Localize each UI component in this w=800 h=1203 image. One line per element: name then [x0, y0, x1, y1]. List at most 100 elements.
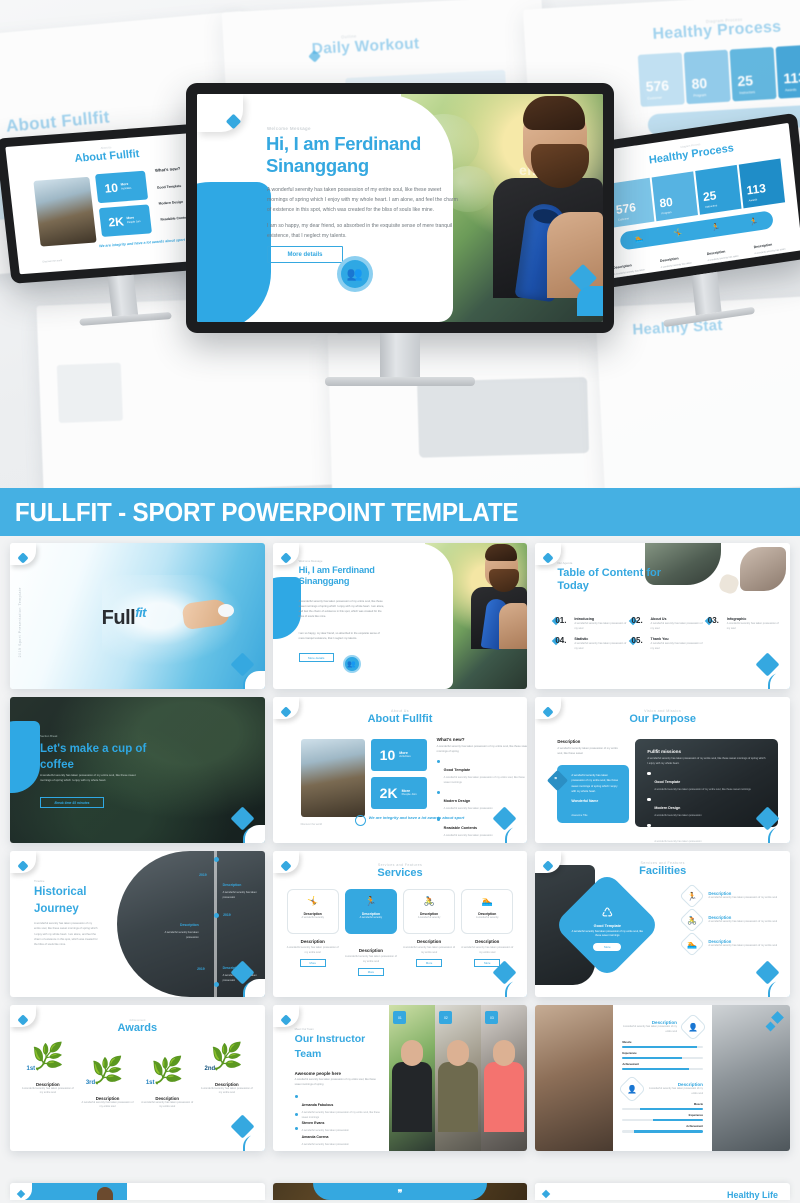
more-details-button[interactable]: More details	[298, 653, 334, 662]
service-box-text: A wonderful serenity	[359, 916, 383, 919]
toc-item[interactable]: 03. Infographic A wonderful serenity has t…	[704, 616, 780, 631]
slide-about[interactable]: About Us About Fullfit 10 More Activities…	[272, 697, 528, 843]
about-stat-1-sub: Activities	[399, 754, 411, 759]
team-member-text: A wonderful serenity has taken possessio…	[301, 1143, 349, 1146]
toc-photo-2	[740, 547, 786, 591]
team-photos: 01 02 03	[389, 1005, 528, 1151]
slide-awards[interactable]: Achievement Awards 🌿 1st Description A wo…	[10, 1005, 265, 1151]
quote-title: Awesome Title	[571, 814, 588, 818]
toc-item[interactable]: 01. Introducing A wonderful serenity has t…	[552, 616, 627, 631]
blue-blob	[197, 182, 271, 322]
toc-label: About Us	[650, 617, 667, 621]
monitor-center-neck	[380, 333, 420, 377]
missions-bullet-title: Modern Design	[654, 806, 681, 811]
right-caption: Description A wonderful serenity has tak…	[706, 236, 748, 267]
slide-cover[interactable]: Fullfit 2019 Sport Presentation Template	[10, 543, 265, 689]
skill-bar-label: Achievement	[686, 1125, 703, 1129]
slide-welcome[interactable]: Welcome Message Hi, I am Ferdinand Sinan…	[272, 543, 528, 689]
facilities-list: 🏃 Description A wonderful serenity has tak…	[679, 883, 780, 959]
award-rank: 3rd	[85, 1080, 96, 1086]
skill-header: 👤 Description A wonderful serenity has ta…	[622, 1012, 708, 1042]
center-slide: envato Welcome Message Hi, I am Ferdinan…	[197, 94, 603, 322]
service-box[interactable]: 🤸 Description A wonderful serenity	[286, 889, 339, 934]
timeline-node	[213, 913, 219, 918]
journey-text: A wonderful serenity has taken possessio…	[34, 922, 98, 947]
slide-cut-2[interactable]: ❞	[272, 1183, 528, 1200]
slide-historical-journey[interactable]: 2019 Description A wonderful serenity has…	[10, 851, 265, 997]
toc-item[interactable]: 02. About Us A wonderful serenity has take…	[628, 616, 704, 631]
more-details-button[interactable]: More details	[267, 246, 343, 263]
refresh-icon	[354, 815, 366, 826]
skill-bar: Achievement	[622, 1063, 703, 1071]
services-cells: Description A wonderful serenity has take…	[287, 939, 514, 977]
team-photo-1: 01	[389, 1005, 436, 1151]
slide-section-break[interactable]: Section Break Let's make a cup of coffee…	[10, 697, 265, 843]
slide-cut-1[interactable]	[10, 1183, 265, 1200]
bg-thumb	[56, 362, 123, 424]
awards-row: 🌿 1st Description A wonderful serenity ha…	[20, 1043, 255, 1110]
corner-accent	[219, 803, 265, 843]
facility-item: 🏃 Description A wonderful serenity has tak…	[679, 883, 780, 909]
person-icon: 👤	[618, 1075, 647, 1104]
more-button[interactable]: More	[299, 959, 326, 968]
service-box-active[interactable]: 🏃 Description A wonderful serenity	[344, 889, 397, 934]
team-title: Our Instructor Team	[294, 1033, 366, 1061]
monitor-center-foot	[325, 377, 475, 386]
more-button[interactable]: More	[416, 959, 443, 968]
team-badge: 01	[393, 1011, 407, 1024]
award-item: 🌿 2nd Description A wonderful serenity ha…	[199, 1043, 255, 1096]
toc-text: A wonderful serenity has taken possessio…	[726, 622, 779, 630]
slide-cut-3[interactable]: Healthy Life	[535, 1183, 790, 1200]
corner-accent	[744, 803, 790, 843]
slide-facilities[interactable]: Services and Features Facilities ♺ Good …	[535, 851, 790, 997]
center-paragraph-1: A wonderful serenity has taken possessio…	[267, 187, 458, 213]
left-stat-1: 10 More Activities	[94, 170, 149, 204]
right-stat: 80 Program	[651, 171, 698, 222]
slide-services[interactable]: Services and Features Services 🤸 Descript…	[272, 851, 528, 997]
service-cell-title: Description	[300, 939, 325, 944]
missions-bullet: Good Template A wonderful serenity has ta…	[647, 770, 766, 793]
more-button[interactable]: More	[357, 968, 384, 977]
service-box[interactable]: 🏊 Description A wonderful serenity	[461, 889, 514, 934]
slide-instructor-team[interactable]: 01 02 03 Meet Our Team Our Instructor Te…	[272, 1005, 528, 1151]
toc-item[interactable]: 05. Thank You A wonderful serenity has tak…	[628, 636, 704, 651]
timeline-event-text: A wonderful serenity has taken possessio…	[164, 931, 199, 939]
services-boxes: 🤸 Description A wonderful serenity 🏃 Descri…	[286, 889, 514, 934]
person-hair	[485, 544, 518, 561]
people-icon[interactable]: 👥	[337, 256, 373, 292]
sprint-icon: 🏃	[749, 218, 759, 227]
corner-accent	[744, 649, 790, 689]
timeline-event-title: Description	[180, 923, 199, 927]
timeline-year: 2019	[223, 913, 231, 917]
journey-eyebrow: Timeline	[34, 879, 45, 883]
bg-slide-workout-title: Daily Workout	[311, 35, 420, 58]
service-box-text: A wonderful serenity	[301, 916, 324, 919]
slide-skills[interactable]: 👤 Description A wonderful serenity has ta…	[535, 1005, 790, 1151]
left-stat-1-sub: Activities	[121, 187, 132, 191]
swim-icon: 🏊	[679, 931, 706, 957]
quote-text: A wonderful serenity has taken possessio…	[571, 774, 619, 793]
right-stat-value: 25	[702, 188, 718, 205]
service-box[interactable]: 🚴 Description A wonderful serenity	[403, 889, 456, 934]
left-stat-2-value: 2K	[107, 213, 125, 229]
slide-purpose[interactable]: Vision and Mission Our Purpose Descripti…	[535, 697, 790, 843]
service-cell-title: Description	[475, 939, 500, 944]
timeline-year: 2019	[197, 967, 205, 971]
welcome-paragraph-2: I am so happy, my dear friend, so absorb…	[298, 632, 380, 641]
swim-icon: 🏊	[481, 896, 493, 906]
toc-item[interactable]: 04. Statistic A wonderful serenity has tak…	[552, 636, 627, 651]
break-time-button[interactable]: Break time 45 minutes	[40, 797, 104, 808]
missions-bullet-title: Readable Contents	[654, 832, 687, 837]
timeline-event-title: Description	[222, 883, 242, 887]
toc-label: Infographic	[726, 617, 747, 621]
bg-process-stat-value: 25	[737, 72, 754, 90]
bg-process-stat-label: Instructors	[739, 90, 756, 96]
about-stat-1: 10 More Activities	[370, 739, 427, 771]
more-button[interactable]: More	[593, 942, 622, 951]
about-bullet-title: Readable Contents	[443, 825, 478, 830]
right-stat-label: Customer	[617, 217, 630, 222]
award-rank: 1st	[26, 1066, 36, 1072]
people-icon[interactable]: 👥	[342, 655, 361, 673]
laurel-icon: 🌿 1st	[20, 1043, 76, 1080]
slide-table-of-content[interactable]: Our Agenda Table of Content for Today 01…	[535, 543, 790, 689]
